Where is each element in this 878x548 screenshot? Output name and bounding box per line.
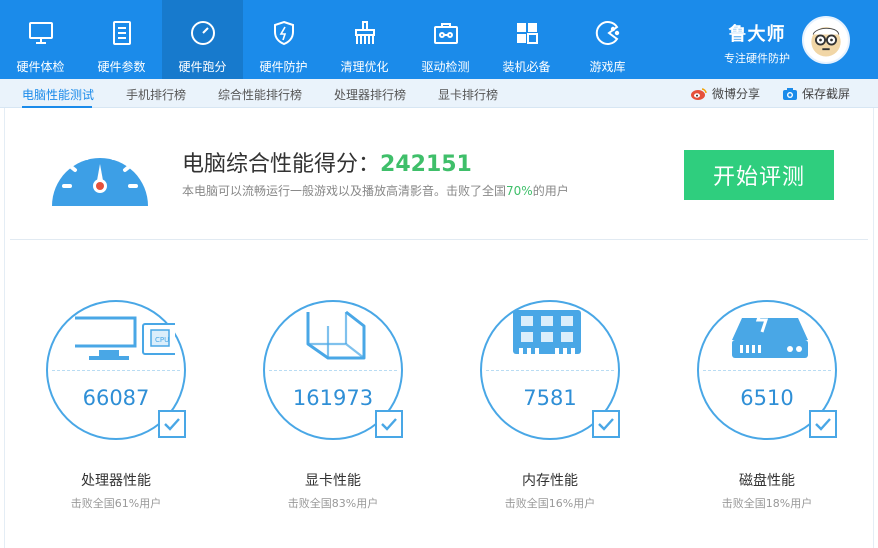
- brand-subtitle: 专注硬件防护: [724, 52, 790, 65]
- check-icon: [381, 418, 397, 431]
- subtab-phone-ranking[interactable]: 手机排行榜: [126, 86, 186, 103]
- cpu-metric-rank: 击败全国61%用户: [70, 497, 162, 510]
- score-desc-suffix: 的用户: [532, 184, 569, 198]
- nav-label: 硬件体检: [16, 60, 65, 74]
- checkbox-cpu[interactable]: [158, 410, 186, 438]
- avatar[interactable]: [802, 16, 850, 64]
- disk-metric-rank: 击败全国18%用户: [721, 497, 813, 510]
- score-title-label: 电脑综合性能得分：: [182, 152, 381, 177]
- check-icon: [815, 418, 831, 431]
- gpu-metric-name: 显卡性能: [305, 473, 361, 489]
- left-border: [4, 108, 5, 548]
- camera-icon: [783, 87, 797, 100]
- speedometer-icon: [190, 21, 215, 45]
- ring-divider: [269, 370, 397, 371]
- broom-icon: [354, 21, 375, 44]
- overall-score-value: 242151: [380, 152, 472, 177]
- app-window: 硬件体检 硬件参数 硬件跑分 硬件防护 清理优化 驱动检测 装机必备 游戏库 鲁…: [0, 0, 878, 548]
- sub-tab-bar: 电脑性能测试 手机排行榜 综合性能排行榜 处理器排行榜 显卡排行榜 微博分享 保…: [0, 79, 878, 108]
- nav-label: 清理优化: [340, 60, 389, 74]
- speedometer-gauge-icon: [52, 146, 148, 206]
- hard-disk-icon: [732, 307, 808, 358]
- nav-label: 硬件参数: [97, 60, 146, 74]
- disk-score-value: 6510: [740, 386, 794, 410]
- gamepad-icon: [595, 21, 619, 45]
- nav-label: 游戏库: [589, 60, 626, 74]
- score-description: 本电脑可以流畅运行一般游戏以及播放高清影音。击败了全国70%的用户: [182, 182, 569, 199]
- checkbox-gpu[interactable]: [375, 410, 403, 438]
- checkbox-disk[interactable]: [809, 410, 837, 438]
- nav-label: 驱动检测: [421, 60, 470, 74]
- checkbox-memory[interactable]: [592, 410, 620, 438]
- metric-memory[interactable]: 7581 内存性能 击败全国16%用户: [468, 300, 628, 520]
- nav-item-essentials[interactable]: 装机必备: [486, 0, 567, 79]
- brand-name: 鲁大师: [728, 24, 786, 45]
- ring-divider: [486, 370, 614, 371]
- check-icon: [598, 418, 614, 431]
- brand: 鲁大师 专注硬件防护: [724, 20, 790, 66]
- disk-metric-name: 磁盘性能: [739, 473, 795, 489]
- gpu-metric-rank: 击败全国83%用户: [287, 497, 379, 510]
- ring-divider: [703, 370, 831, 371]
- grid-icon: [516, 23, 538, 44]
- metric-cpu[interactable]: CPU 66087 处理器性能 击败全国61%用户: [34, 300, 194, 520]
- save-screenshot-button[interactable]: 保存截屏: [782, 85, 850, 102]
- memory-score-value: 7581: [523, 386, 577, 410]
- nav-item-hardware-params[interactable]: 硬件参数: [81, 0, 162, 79]
- nav-item-benchmark[interactable]: 硬件跑分: [162, 0, 243, 79]
- score-beat-percent: 70%: [506, 184, 533, 198]
- weibo-share-button[interactable]: 微博分享: [690, 85, 760, 102]
- weibo-icon: [691, 87, 707, 100]
- toolbox-icon: [433, 23, 458, 44]
- nav-label: 硬件防护: [259, 60, 308, 74]
- gpu-score-value: 161973: [292, 386, 374, 410]
- top-nav-bar: 硬件体检 硬件参数 硬件跑分 硬件防护 清理优化 驱动检测 装机必备 游戏库 鲁…: [0, 0, 878, 79]
- document-icon: [112, 21, 131, 45]
- metric-disk[interactable]: 6510 磁盘性能 击败全国18%用户: [685, 300, 845, 520]
- nav-item-games[interactable]: 游戏库: [567, 0, 648, 79]
- memory-metric-name: 内存性能: [522, 473, 578, 489]
- weibo-share-label: 微博分享: [712, 87, 761, 101]
- shield-icon: [273, 20, 294, 46]
- memory-chip-icon: [513, 310, 581, 354]
- nav-label: 硬件跑分: [178, 60, 227, 74]
- cpu-metric-name: 处理器性能: [81, 473, 151, 489]
- metric-gpu[interactable]: 161973 显卡性能 击败全国83%用户: [251, 300, 411, 520]
- save-screenshot-label: 保存截屏: [802, 87, 851, 101]
- subtab-pc-benchmark[interactable]: 电脑性能测试: [22, 86, 94, 103]
- ring-divider: [52, 370, 180, 371]
- monitor-icon: [28, 22, 53, 44]
- subtab-cpu-ranking[interactable]: 处理器排行榜: [334, 86, 406, 103]
- overall-score-title: 电脑综合性能得分：242151: [182, 146, 472, 178]
- nav-item-cleanup[interactable]: 清理优化: [324, 0, 405, 79]
- nav-label: 装机必备: [502, 60, 551, 74]
- nav-item-driver[interactable]: 驱动检测: [405, 0, 486, 79]
- mascot-avatar-icon: [811, 27, 841, 57]
- subtab-gpu-ranking[interactable]: 显卡排行榜: [438, 86, 498, 103]
- memory-metric-rank: 击败全国16%用户: [504, 497, 596, 510]
- start-benchmark-button[interactable]: 开始评测: [684, 150, 834, 200]
- graphics-card-icon: [306, 310, 366, 360]
- nav-item-hardware-check[interactable]: 硬件体检: [0, 0, 81, 79]
- subtab-overall-ranking[interactable]: 综合性能排行榜: [218, 86, 302, 103]
- main-nav: 硬件体检 硬件参数 硬件跑分 硬件防护 清理优化 驱动检测 装机必备 游戏库: [0, 0, 648, 79]
- nav-item-protection[interactable]: 硬件防护: [243, 0, 324, 79]
- cpu-score-value: 66087: [82, 386, 150, 410]
- svg-text:CPU: CPU: [155, 336, 169, 344]
- cpu-monitor-icon: CPU: [75, 316, 175, 360]
- right-border: [873, 108, 874, 548]
- score-desc-text: 本电脑可以流畅运行一般游戏以及播放高清影音。击败了全国: [182, 184, 507, 198]
- check-icon: [164, 418, 180, 431]
